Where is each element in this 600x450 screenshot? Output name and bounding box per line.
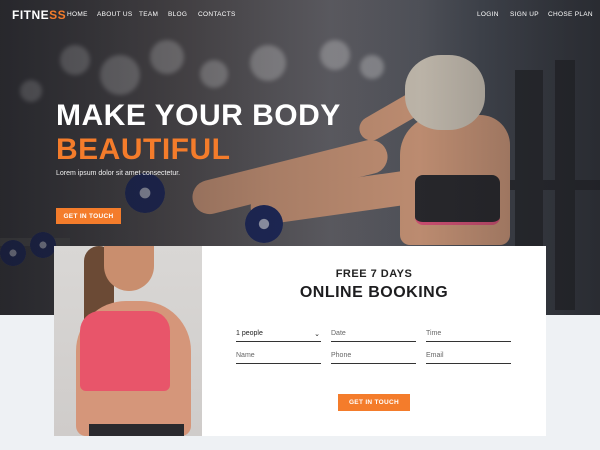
hero-title-accent: BEAUTIFUL [56, 133, 231, 166]
nav-link-signup[interactable]: SIGN UP [510, 11, 539, 18]
phone-field[interactable]: Phone [331, 352, 416, 364]
nav-link-login[interactable]: LOGIN [477, 11, 499, 18]
hero-subtitle: Lorem ipsum dolor sit amet consectetur. [56, 170, 181, 177]
hero-cta-button[interactable]: GET IN TOUCH [56, 208, 121, 224]
name-field[interactable]: Name [236, 352, 321, 364]
booking-submit-button[interactable]: GET IN TOUCH [338, 394, 410, 411]
booking-card: FREE 7 DAYS ONLINE BOOKING 1 people ⌄ Da… [54, 246, 546, 436]
booking-kicker: FREE 7 DAYS [335, 268, 413, 280]
chevron-down-icon: ⌄ [314, 331, 320, 338]
athlete-head [104, 246, 154, 291]
athlete-sports-top [80, 311, 170, 391]
brand-logo[interactable]: FITNESS [12, 8, 66, 22]
time-field[interactable]: Time [426, 330, 511, 342]
nav-link-about[interactable]: ABOUT US [97, 11, 133, 18]
email-field[interactable]: Email [426, 352, 511, 364]
date-field[interactable]: Date [331, 330, 416, 342]
booking-title: ONLINE BOOKING [299, 284, 449, 301]
brand-logo-text: FITNE [12, 8, 50, 22]
booking-athlete-photo [54, 246, 202, 436]
nav-link-team[interactable]: TEAM [139, 11, 158, 18]
brand-logo-accent: SS [49, 8, 67, 22]
nav-link-plan[interactable]: CHOSE PLAN [548, 11, 593, 18]
people-select[interactable]: 1 people ⌄ [236, 330, 321, 342]
athlete-shorts [89, 424, 184, 436]
nav-link-home[interactable]: HOME [67, 11, 88, 18]
top-navbar: FITNESS HOME ABOUT US TEAM BLOG CONTACTS… [0, 0, 600, 30]
nav-link-blog[interactable]: BLOG [168, 11, 187, 18]
hero-title: MAKE YOUR BODY [56, 99, 341, 132]
people-select-value: 1 people [236, 330, 263, 337]
nav-link-contacts[interactable]: CONTACTS [198, 11, 236, 18]
